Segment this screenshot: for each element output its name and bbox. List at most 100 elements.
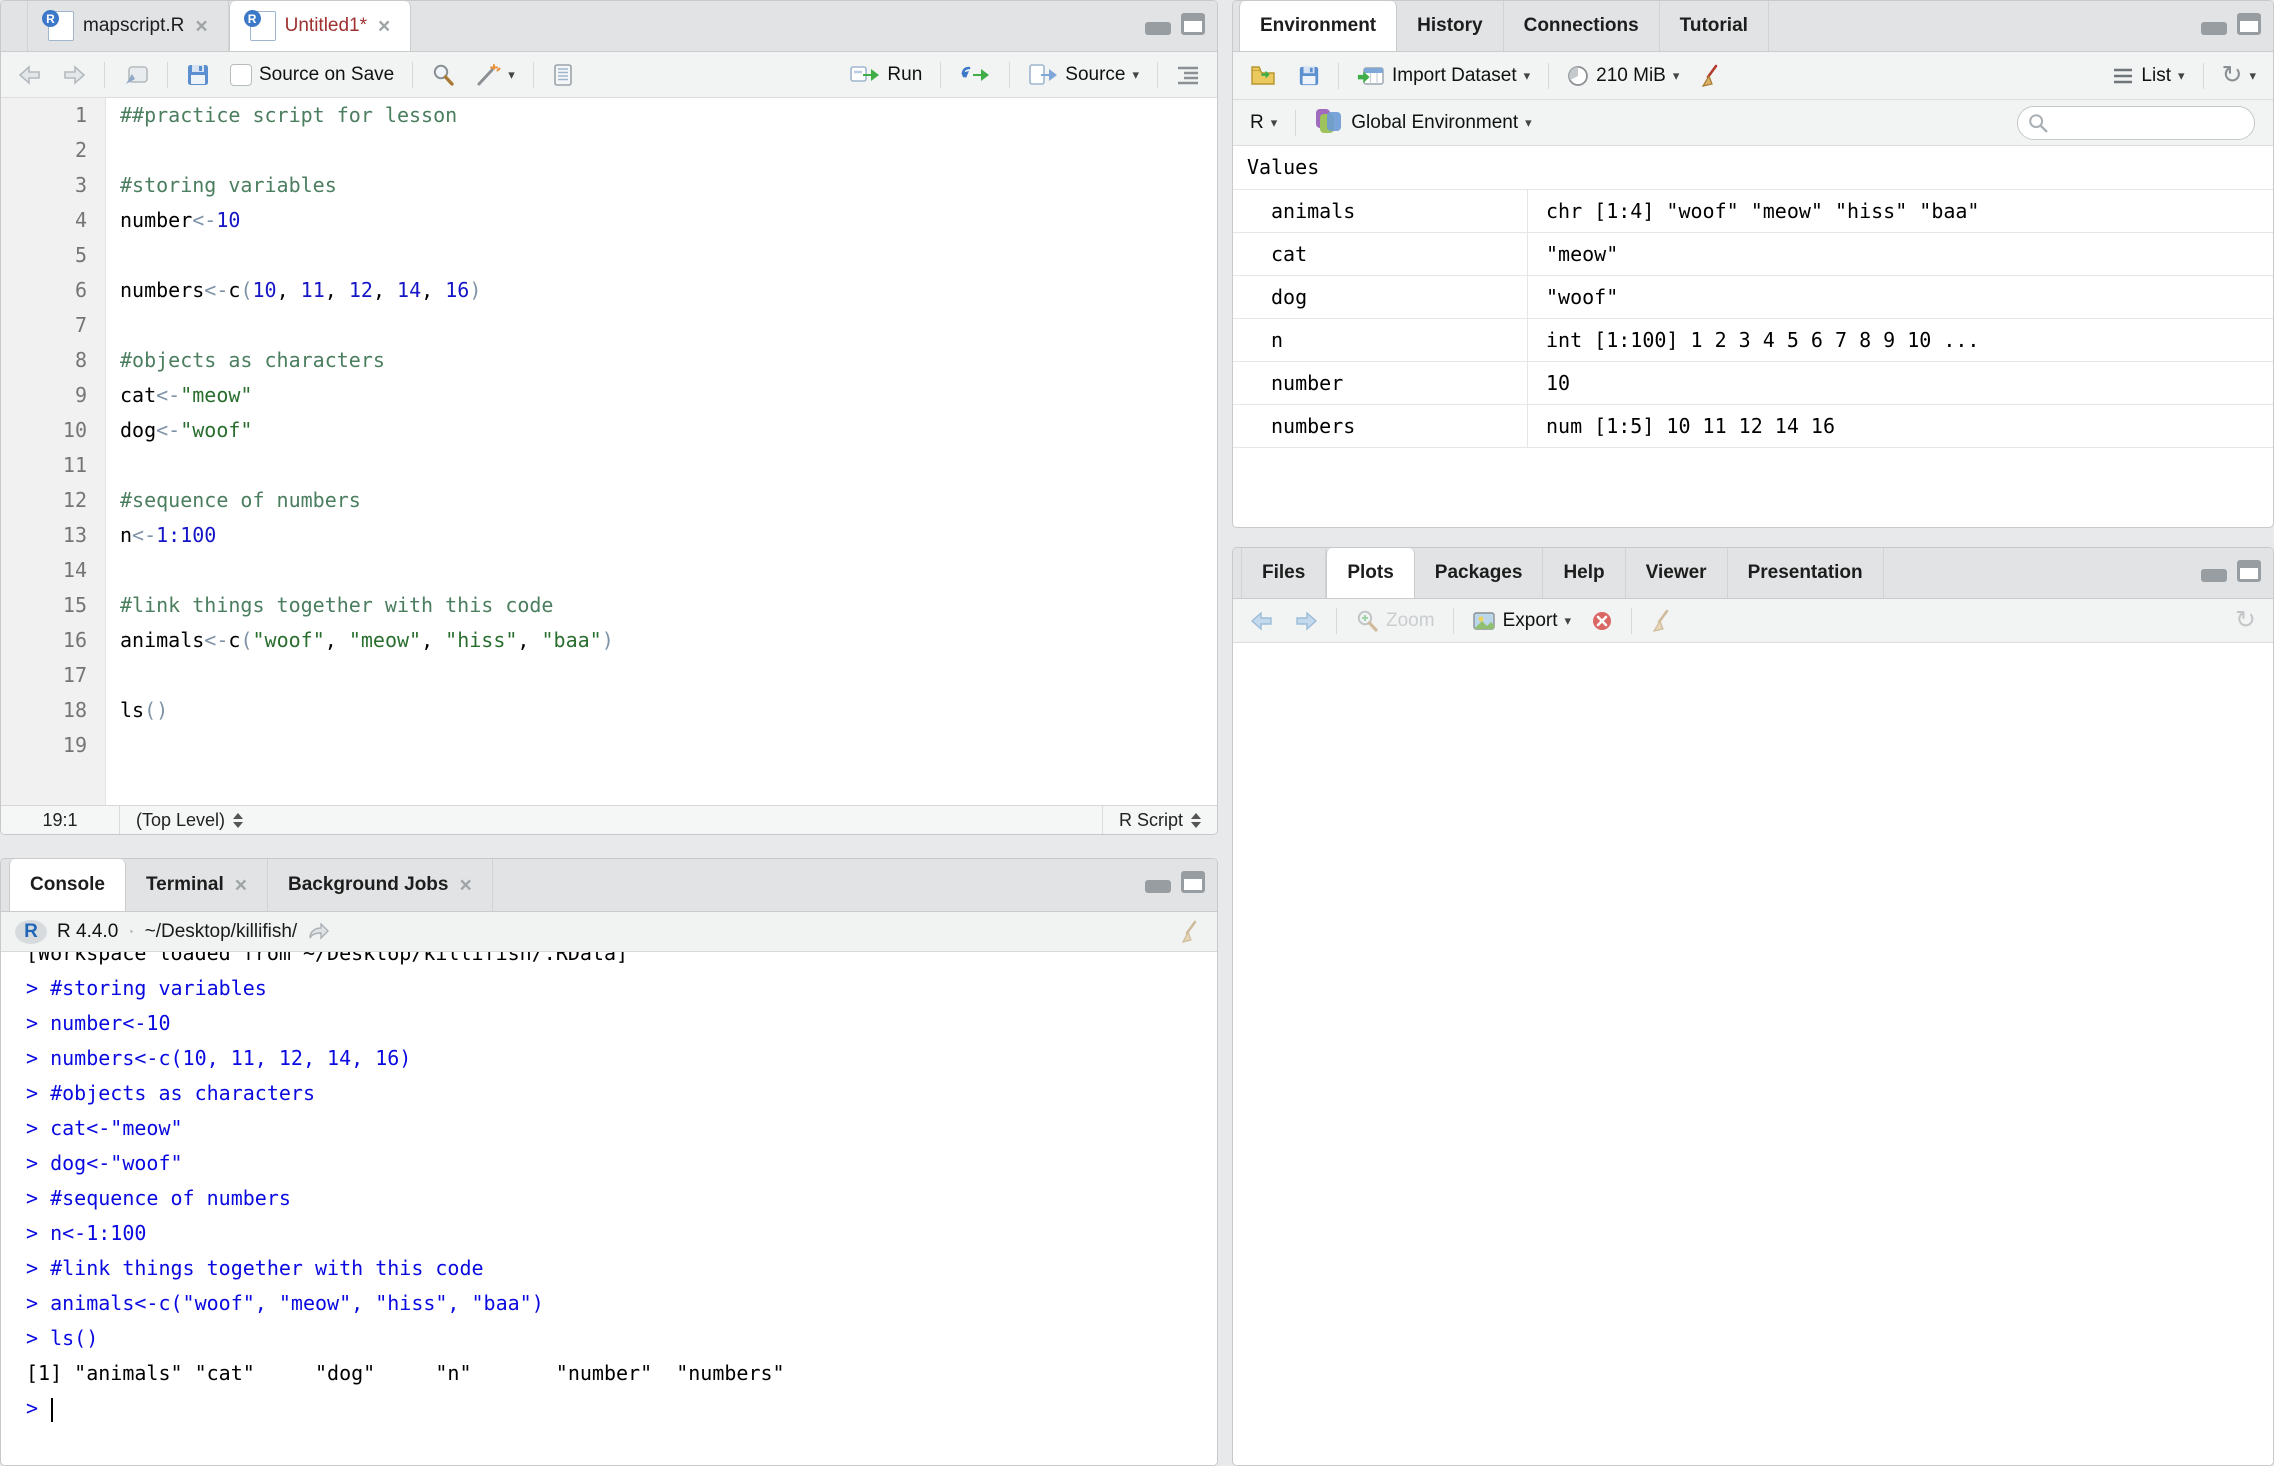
- code-line[interactable]: 4number<-10: [1, 203, 1217, 238]
- console-output[interactable]: [Workspace loaded from ~/Desktop/killifi…: [1, 952, 1217, 1466]
- code-tools-button[interactable]: ▾: [470, 60, 520, 90]
- refresh-plot-button[interactable]: ↻: [2230, 605, 2261, 636]
- minimize-pane-icon[interactable]: [2201, 22, 2227, 35]
- tab-background-jobs[interactable]: Background Jobs ×: [268, 859, 493, 911]
- tab-tutorial[interactable]: Tutorial: [1660, 1, 1769, 51]
- code-line[interactable]: 15#link things together with this code: [1, 588, 1217, 623]
- code-line[interactable]: 10dog<-"woof": [1, 413, 1217, 448]
- file-type-selector[interactable]: R Script: [1102, 806, 1217, 834]
- code-line[interactable]: 2: [1, 133, 1217, 168]
- zoom-plot-button[interactable]: Zoom: [1350, 606, 1440, 636]
- import-dataset-button[interactable]: Import Dataset ▾: [1352, 62, 1535, 90]
- close-icon[interactable]: ×: [378, 16, 390, 37]
- code-line[interactable]: 8#objects as characters: [1, 343, 1217, 378]
- code-line[interactable]: 7: [1, 308, 1217, 343]
- source-button[interactable]: Source ▾: [1023, 60, 1144, 90]
- code-line[interactable]: 17: [1, 658, 1217, 693]
- code-line[interactable]: 6numbers<-c(10, 11, 12, 14, 16): [1, 273, 1217, 308]
- save-button[interactable]: [181, 60, 215, 90]
- chevron-down-icon: ▾: [1132, 68, 1139, 81]
- close-icon[interactable]: ×: [459, 875, 471, 896]
- maximize-pane-icon[interactable]: [2237, 13, 2261, 35]
- code-line[interactable]: 5: [1, 238, 1217, 273]
- export-plot-button[interactable]: Export ▾: [1467, 607, 1576, 635]
- variable-name: cat: [1233, 233, 1528, 275]
- code-text: ls(): [105, 693, 168, 728]
- code-line[interactable]: 14: [1, 553, 1217, 588]
- previous-plot-button[interactable]: [1245, 607, 1279, 635]
- forward-button[interactable]: [57, 61, 91, 89]
- memory-usage-button[interactable]: 210 MiB ▾: [1562, 62, 1684, 90]
- environment-pane: Environment HistoryConnections Tutorial Im…: [1232, 0, 2274, 528]
- console-prompt[interactable]: >: [26, 1391, 1217, 1426]
- tab-viewer[interactable]: Viewer: [1626, 548, 1728, 598]
- tab-label: Environment: [1260, 15, 1376, 37]
- source-on-save-checkbox[interactable]: [230, 64, 252, 86]
- maximize-pane-icon[interactable]: [2237, 560, 2261, 582]
- variable-name: n: [1233, 319, 1528, 361]
- clear-all-plots-button[interactable]: [1645, 606, 1679, 636]
- maximize-pane-icon[interactable]: [1181, 871, 1205, 893]
- refresh-button[interactable]: ↻ ▾: [2217, 60, 2261, 91]
- line-number: 11: [1, 448, 105, 483]
- broom-icon: [1650, 609, 1674, 633]
- minimize-pane-icon[interactable]: [1145, 22, 1171, 35]
- code-line[interactable]: 19: [1, 728, 1217, 763]
- tab-history[interactable]: History: [1397, 1, 1503, 51]
- maximize-pane-icon[interactable]: [1181, 13, 1205, 35]
- next-plot-button[interactable]: [1289, 607, 1323, 635]
- code-editor[interactable]: 1##practice script for lesson23#storing …: [1, 98, 1217, 810]
- remove-plot-button[interactable]: [1586, 607, 1618, 635]
- run-button[interactable]: Run: [845, 61, 927, 89]
- goto-directory-icon[interactable]: [307, 923, 329, 941]
- env-row[interactable]: number10: [1233, 362, 2273, 405]
- clear-environment-button[interactable]: [1694, 61, 1728, 91]
- code-line[interactable]: 18ls(): [1, 693, 1217, 728]
- tab-files[interactable]: Files: [1241, 548, 1326, 598]
- compile-report-button[interactable]: [547, 60, 579, 90]
- tab-console[interactable]: Console: [9, 859, 126, 911]
- document-outline-button[interactable]: [1171, 61, 1205, 89]
- load-workspace-button[interactable]: [1245, 61, 1283, 91]
- environment-search-input[interactable]: [2017, 106, 2255, 140]
- tab-label: Background Jobs: [288, 874, 448, 896]
- code-line[interactable]: 13n<-1:100: [1, 518, 1217, 553]
- tab-packages[interactable]: Packages: [1415, 548, 1544, 598]
- tab-environment[interactable]: Environment: [1239, 1, 1397, 51]
- env-row[interactable]: cat"meow": [1233, 233, 2273, 276]
- environment-scope-selector[interactable]: Global Environment ▾: [1309, 106, 1536, 140]
- tab-terminal[interactable]: Terminal×: [126, 859, 268, 911]
- show-in-new-window-button[interactable]: [118, 60, 154, 90]
- list-icon: [2112, 67, 2134, 85]
- env-row[interactable]: numbersnum [1:5] 10 11 12 14 16: [1233, 405, 2273, 448]
- language-selector[interactable]: R ▾: [1245, 109, 1282, 137]
- minimize-pane-icon[interactable]: [2201, 569, 2227, 582]
- save-workspace-button[interactable]: [1293, 62, 1325, 90]
- close-icon[interactable]: ×: [195, 16, 207, 37]
- tab-presentation[interactable]: Presentation: [1728, 548, 1884, 598]
- find-replace-button[interactable]: [426, 60, 460, 90]
- scope-selector[interactable]: (Top Level): [120, 806, 243, 834]
- code-line[interactable]: 11: [1, 448, 1217, 483]
- display-mode-button[interactable]: List ▾: [2107, 62, 2189, 90]
- code-line[interactable]: 16animals<-c("woof", "meow", "hiss", "ba…: [1, 623, 1217, 658]
- rerun-button[interactable]: [954, 61, 996, 89]
- tab-connections[interactable]: Connections: [1504, 1, 1660, 51]
- code-line[interactable]: 12#sequence of numbers: [1, 483, 1217, 518]
- code-line[interactable]: 9cat<-"meow": [1, 378, 1217, 413]
- minimize-pane-icon[interactable]: [1145, 880, 1171, 893]
- tab-label: Tutorial: [1680, 15, 1748, 37]
- code-line[interactable]: 1##practice script for lesson: [1, 98, 1217, 133]
- variable-value: "meow": [1528, 242, 1618, 266]
- close-icon[interactable]: ×: [235, 875, 247, 896]
- env-row[interactable]: dog"woof": [1233, 276, 2273, 319]
- clear-console-icon[interactable]: [1179, 920, 1203, 944]
- tab-untitled1-[interactable]: RUntitled1*×: [229, 1, 412, 51]
- code-line[interactable]: 3#storing variables: [1, 168, 1217, 203]
- tab-plots[interactable]: Plots: [1326, 548, 1414, 598]
- env-row[interactable]: animalschr [1:4] "woof" "meow" "hiss" "b…: [1233, 190, 2273, 233]
- back-button[interactable]: [13, 61, 47, 89]
- tab-help[interactable]: Help: [1543, 548, 1625, 598]
- tab-mapscript-r[interactable]: Rmapscript.R×: [27, 1, 229, 51]
- env-row[interactable]: nint [1:100] 1 2 3 4 5 6 7 8 9 10 ...: [1233, 319, 2273, 362]
